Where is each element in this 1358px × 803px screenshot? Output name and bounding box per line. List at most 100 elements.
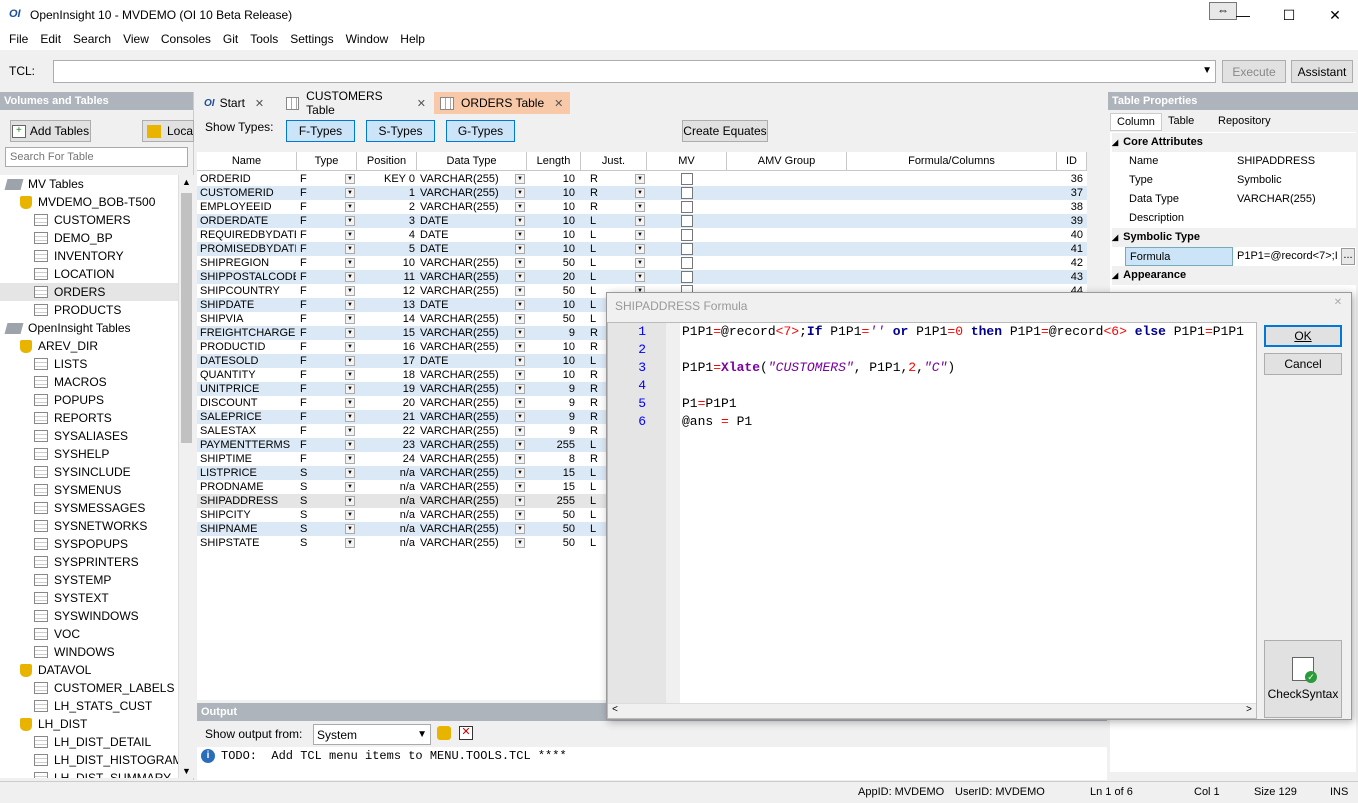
chevron-down-icon[interactable]: ▼ [1202,65,1212,76]
tree-item-volume[interactable]: MVDEMO_BOB-T500 [20,193,155,211]
datatype-dropdown-icon[interactable]: ▼ [515,244,525,254]
grid-cell[interactable]: F [300,228,340,242]
grid-cell[interactable]: 10 [529,368,575,382]
grid-cell[interactable]: F [300,382,340,396]
assistant-button[interactable]: Assistant [1291,60,1353,83]
grid-cell[interactable]: 22 [359,424,415,438]
grid-cell[interactable]: VARCHAR(255) [420,452,516,466]
grid-cell[interactable]: L [590,242,610,256]
symbolic-type-section[interactable]: ◢ Symbolic Type [1112,228,1356,247]
datatype-dropdown-icon[interactable]: ▼ [515,496,525,506]
grid-cell[interactable]: 18 [359,368,415,382]
create-equates-button[interactable]: Create Equates [682,120,768,142]
just-dropdown-icon[interactable]: ▼ [635,258,645,268]
grid-cell[interactable]: VARCHAR(255) [420,522,516,536]
datatype-dropdown-icon[interactable]: ▼ [515,482,525,492]
grid-cell[interactable]: 1 [359,186,415,200]
datatype-dropdown-icon[interactable]: ▼ [515,174,525,184]
column-header[interactable]: Position [357,152,417,171]
grid-cell[interactable]: VARCHAR(255) [420,480,516,494]
table-row[interactable]: EMPLOYEEID F 2 VARCHAR(255) 10 R 38 ▼ ▼ ▼ [197,200,1087,214]
close-button[interactable]: ✕ [1312,0,1358,30]
column-header[interactable]: Type [297,152,357,171]
tree-item-table[interactable]: LH_STATS_CUST [34,697,152,715]
grid-cell[interactable]: SHIPADDRESS [200,494,296,508]
grid-cell[interactable]: VARCHAR(255) [420,466,516,480]
grid-cell[interactable]: VARCHAR(255) [420,340,516,354]
grid-cell[interactable]: 10 [529,298,575,312]
grid-cell[interactable]: 10 [529,228,575,242]
grid-cell[interactable]: VARCHAR(255) [420,536,516,550]
mv-checkbox[interactable] [681,201,693,213]
grid-cell[interactable]: R [590,172,610,186]
table-row[interactable]: SHIPPOSTALCODE F 11 VARCHAR(255) 20 L 43 ▼ ▼ ▼ [197,270,1087,284]
table-row[interactable]: PROMISEDBYDATE F 5 DATE 10 L 41 ▼ ▼ ▼ [197,242,1087,256]
ellipsis-button[interactable]: ... [1341,248,1355,265]
type-dropdown-icon[interactable]: ▼ [345,174,355,184]
close-icon[interactable]: ✕ [554,97,563,110]
grid-cell[interactable]: F [300,256,340,270]
output-source-select[interactable]: System ▼ [313,724,431,745]
type-dropdown-icon[interactable]: ▼ [345,454,355,464]
scroll-down-icon[interactable]: ▼ [182,766,191,776]
just-dropdown-icon[interactable]: ▼ [635,202,645,212]
tree-item-table[interactable]: LH_DIST_DETAIL [34,733,151,751]
type-dropdown-icon[interactable]: ▼ [345,188,355,198]
grid-cell[interactable]: 15 [529,480,575,494]
tree-item-table[interactable]: LOCATION [34,265,114,283]
grid-cell[interactable]: 36 [1055,172,1083,186]
tree-item-table[interactable]: SYSMESSAGES [34,499,145,517]
grid-cell[interactable]: VARCHAR(255) [420,270,516,284]
grid-cell[interactable]: DISCOUNT [200,396,296,410]
grid-cell[interactable]: DATE [420,242,516,256]
prop-value[interactable]: P1P1=@record<7>;I [1237,247,1340,266]
grid-cell[interactable]: 10 [529,172,575,186]
mv-checkbox[interactable] [681,187,693,199]
tab-orders[interactable]: ORDERS Table ✕ [434,92,570,114]
scroll-left-icon[interactable]: < [612,705,618,716]
ok-button[interactable]: OK [1264,325,1342,347]
grid-cell[interactable]: 40 [1055,228,1083,242]
mv-checkbox[interactable] [681,229,693,241]
grid-cell[interactable]: SHIPCOUNTRY [200,284,296,298]
grid-cell[interactable]: DATE [420,298,516,312]
grid-cell[interactable]: VARCHAR(255) [420,382,516,396]
grid-cell[interactable]: PRODNAME [200,480,296,494]
column-header[interactable]: AMV Group [727,152,847,171]
table-row[interactable]: ORDERID F KEY 0 VARCHAR(255) 10 R 36 ▼ ▼ ▼ [197,172,1087,186]
datatype-dropdown-icon[interactable]: ▼ [515,412,525,422]
grid-cell[interactable]: VARCHAR(255) [420,284,516,298]
tree-item-table[interactable]: MACROS [34,373,107,391]
type-dropdown-icon[interactable]: ▼ [345,286,355,296]
grid-cell[interactable]: F [300,396,340,410]
grid-cell[interactable]: FREIGHTCHARGE [200,326,296,340]
grid-cell[interactable]: 14 [359,312,415,326]
grid-cell[interactable]: n/a [359,494,415,508]
type-dropdown-icon[interactable]: ▼ [345,440,355,450]
type-dropdown-icon[interactable]: ▼ [345,258,355,268]
grid-cell[interactable]: 50 [529,312,575,326]
datatype-dropdown-icon[interactable]: ▼ [515,202,525,212]
datatype-dropdown-icon[interactable]: ▼ [515,216,525,226]
mv-checkbox[interactable] [681,215,693,227]
type-dropdown-icon[interactable]: ▼ [345,426,355,436]
grid-cell[interactable]: VARCHAR(255) [420,256,516,270]
close-icon[interactable]: ✕ [255,97,264,110]
grid-cell[interactable]: L [590,256,610,270]
menu-consoles[interactable]: Consoles [155,30,217,50]
mv-checkbox[interactable] [681,257,693,269]
type-dropdown-icon[interactable]: ▼ [345,384,355,394]
datatype-dropdown-icon[interactable]: ▼ [515,524,525,534]
grid-cell[interactable]: VARCHAR(255) [420,494,516,508]
tree-item-table[interactable]: SYSALIASES [34,427,128,445]
tree-item-table[interactable]: SYSTEMP [34,571,111,589]
grid-cell[interactable]: F [300,410,340,424]
tree-item-table[interactable]: DEMO_BP [34,229,113,247]
grid-cell[interactable]: 10 [359,256,415,270]
grid-cell[interactable]: PAYMENTTERMS [200,438,296,452]
grid-cell[interactable]: 9 [529,382,575,396]
just-dropdown-icon[interactable]: ▼ [635,188,645,198]
just-dropdown-icon[interactable]: ▼ [635,174,645,184]
grid-cell[interactable]: F [300,214,340,228]
tree-item-table[interactable]: CUSTOMERS [34,211,130,229]
